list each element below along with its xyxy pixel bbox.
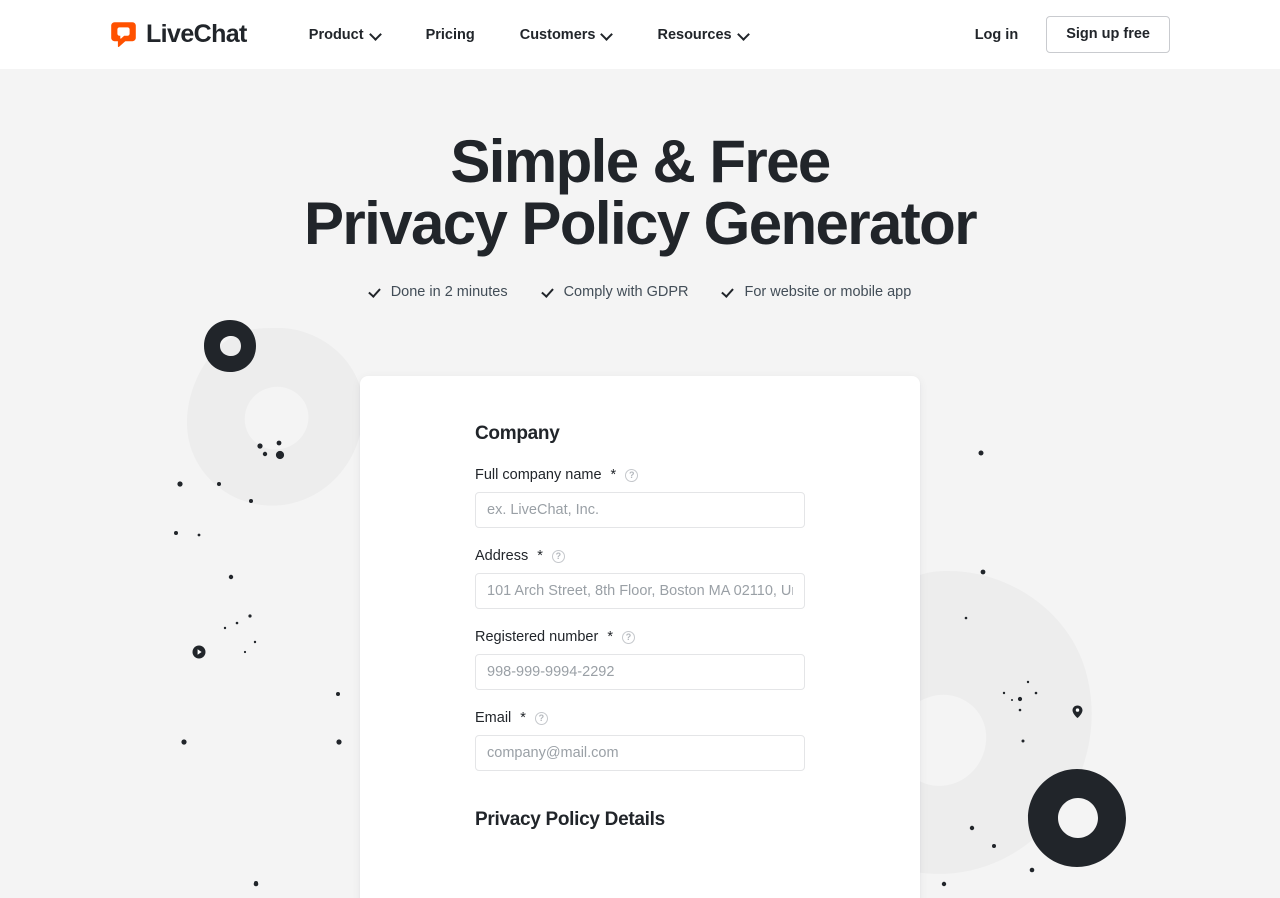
nav-item-resources[interactable]: Resources: [657, 21, 748, 49]
chevron-down-icon: [739, 29, 749, 39]
field-address: Address * ?: [475, 548, 805, 609]
privacy-policy-generator-form-card: Company Full company name * ? Address * …: [360, 376, 920, 898]
decor-dots-bottom-left: [253, 881, 259, 887]
field-label-row: Email * ?: [475, 710, 805, 726]
decor-donut-dark-right: [1028, 769, 1126, 867]
decor-play-icon: [192, 645, 206, 659]
field-label-text: Email: [475, 710, 512, 726]
required-asterisk: *: [607, 629, 613, 645]
privacy-policy-details-section-heading: Privacy Policy Details: [475, 809, 665, 830]
decor-donut-dark-left: [204, 320, 256, 372]
field-email: Email * ?: [475, 710, 805, 771]
company-section-heading: Company: [475, 423, 560, 444]
field-full-company-name: Full company name * ?: [475, 467, 805, 528]
main-navigation: Product Pricing Customers Resources: [309, 21, 749, 49]
help-icon[interactable]: ?: [621, 630, 635, 644]
decor-dots-left-inner: [262, 441, 285, 460]
page-root: LiveChat Product Pricing Customers Resou…: [0, 0, 1280, 898]
help-icon[interactable]: ?: [625, 468, 639, 482]
field-registered-number: Registered number * ?: [475, 629, 805, 690]
field-label-row: Address * ?: [475, 548, 805, 564]
header-actions: Log in Sign up free: [975, 15, 1170, 54]
address-input[interactable]: [475, 573, 805, 609]
field-label-text: Full company name: [475, 467, 602, 483]
full-company-name-input[interactable]: [475, 492, 805, 528]
nav-label: Pricing: [425, 26, 475, 43]
feature-item-website-or-mobile-app: For website or mobile app: [722, 284, 911, 300]
feature-item-comply-with-gdpr: Comply with GDPR: [542, 284, 689, 300]
decor-blob-left: [186, 327, 364, 506]
nav-label: Customers: [519, 26, 596, 43]
field-label-text: Address: [475, 548, 529, 564]
field-label-row: Registered number * ?: [475, 629, 805, 645]
required-asterisk: *: [537, 548, 543, 564]
required-asterisk: *: [610, 467, 617, 483]
feature-label: Comply with GDPR: [563, 284, 689, 300]
help-icon[interactable]: ?: [551, 549, 565, 563]
feature-list: Done in 2 minutes Comply with GDPR For w…: [0, 284, 1280, 300]
page-title-line-1: Simple & Free: [450, 128, 831, 195]
nav-item-pricing[interactable]: Pricing: [426, 21, 475, 49]
decor-dots-bottom-right: [941, 825, 1035, 887]
email-input[interactable]: [475, 735, 805, 771]
page-title: Simple & Free Privacy Policy Generator: [190, 131, 1090, 255]
sign-up-free-button[interactable]: Sign up free: [1046, 15, 1170, 54]
decor-dots-right: [964, 450, 1038, 743]
decor-pin-icon: [1072, 705, 1083, 718]
chevron-down-icon: [602, 29, 612, 39]
chevron-down-icon: [371, 29, 381, 39]
brand-name: LiveChat: [146, 20, 247, 48]
field-label-row: Full company name * ?: [475, 467, 805, 483]
check-icon: [722, 286, 735, 299]
login-link[interactable]: Log in: [975, 27, 1019, 43]
nav-item-customers[interactable]: Customers: [520, 21, 613, 49]
livechat-speech-bubble-icon: [110, 21, 137, 48]
nav-item-product[interactable]: Product: [309, 21, 381, 49]
feature-item-done-in-2-minutes: Done in 2 minutes: [369, 284, 508, 300]
check-icon: [369, 286, 382, 299]
feature-label: For website or mobile app: [744, 284, 912, 300]
help-icon[interactable]: ?: [534, 711, 548, 725]
nav-label: Product: [308, 26, 364, 43]
required-asterisk: *: [520, 710, 526, 726]
registered-number-input[interactable]: [475, 654, 805, 690]
nav-label: Resources: [657, 26, 732, 43]
check-icon: [542, 286, 555, 299]
livechat-logo[interactable]: LiveChat: [110, 21, 247, 48]
site-header: LiveChat Product Pricing Customers Resou…: [0, 0, 1280, 69]
field-label-text: Registered number: [475, 629, 599, 645]
hero-section: Simple & Free Privacy Policy Generator D…: [0, 69, 1280, 301]
page-title-line-2: Privacy Policy Generator: [304, 190, 978, 257]
feature-label: Done in 2 minutes: [390, 284, 508, 300]
